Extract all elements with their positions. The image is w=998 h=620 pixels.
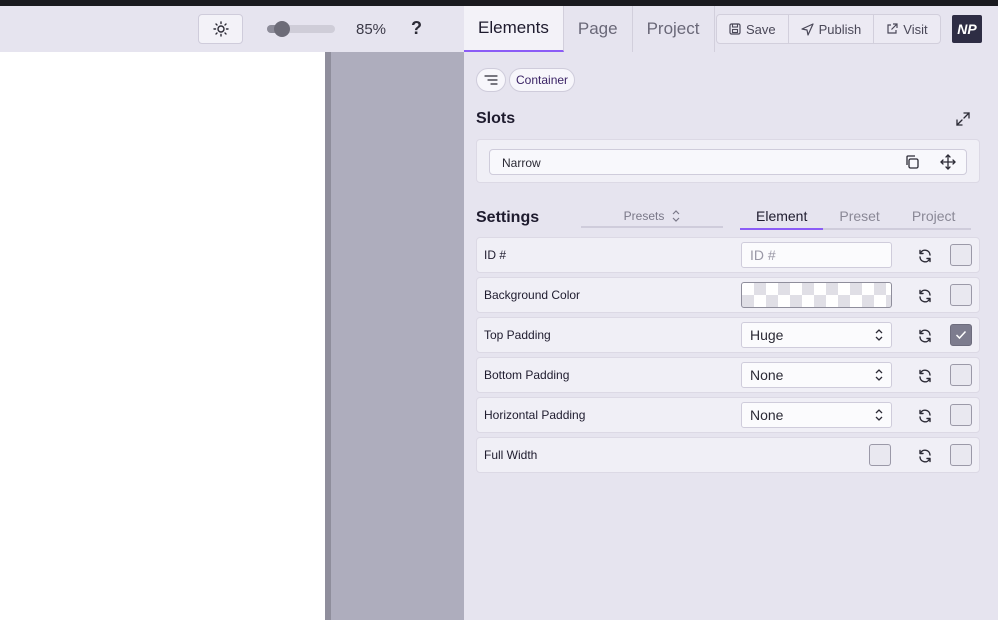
override-checkbox[interactable] bbox=[950, 444, 972, 466]
visit-label: Visit bbox=[903, 21, 928, 37]
chevron-updown-icon bbox=[875, 329, 883, 341]
panel-tabs: Elements Page Project bbox=[464, 6, 715, 52]
settings-tab-preset[interactable]: Preset bbox=[823, 204, 896, 230]
setting-label: Background Color bbox=[484, 288, 581, 302]
canvas-toolbar: 85% ? bbox=[0, 6, 464, 52]
slot-item[interactable]: Narrow bbox=[489, 149, 967, 175]
top-padding-select[interactable]: Huge bbox=[741, 322, 892, 348]
visit-button[interactable]: Visit bbox=[874, 15, 939, 43]
slots-panel: Narrow bbox=[476, 139, 980, 183]
zoom-level: 85% bbox=[356, 21, 387, 38]
slots-title: Slots bbox=[476, 110, 516, 127]
send-icon bbox=[801, 22, 814, 36]
setting-row-top-padding: Top Padding Huge bbox=[476, 317, 980, 353]
app-logo: NP bbox=[952, 15, 982, 43]
override-checkbox[interactable] bbox=[950, 404, 972, 426]
external-link-icon bbox=[887, 23, 898, 34]
inspector-panel: Elements Page Project Save Publish Visit bbox=[464, 6, 998, 620]
setting-row-bottom-padding: Bottom Padding None bbox=[476, 357, 980, 393]
setting-row-horizontal-padding: Horizontal Padding None bbox=[476, 397, 980, 433]
publish-button[interactable]: Publish bbox=[789, 15, 875, 43]
setting-row-id: ID # bbox=[476, 237, 980, 273]
setting-label: Full Width bbox=[484, 448, 538, 462]
select-value: Huge bbox=[750, 327, 784, 343]
canvas-page[interactable] bbox=[0, 52, 325, 620]
override-checkbox[interactable] bbox=[950, 364, 972, 386]
bottom-padding-select[interactable]: None bbox=[741, 362, 892, 388]
horizontal-padding-select[interactable]: None bbox=[741, 402, 892, 428]
element-tree-button[interactable] bbox=[476, 68, 506, 92]
canvas-backdrop bbox=[331, 52, 464, 620]
full-width-checkbox[interactable] bbox=[869, 444, 891, 466]
settings-title: Settings bbox=[476, 209, 540, 226]
zoom-slider-thumb[interactable] bbox=[273, 21, 290, 37]
zoom-slider[interactable] bbox=[267, 21, 335, 37]
help-button[interactable]: ? bbox=[411, 18, 422, 39]
tab-elements[interactable]: Elements bbox=[464, 6, 564, 52]
sun-icon bbox=[212, 21, 229, 37]
override-checkbox[interactable] bbox=[950, 284, 972, 306]
select-value: None bbox=[750, 407, 784, 423]
setting-row-full-width: Full Width bbox=[476, 437, 980, 473]
save-label: Save bbox=[746, 21, 776, 37]
chevron-updown-icon bbox=[672, 210, 680, 222]
reset-icon[interactable] bbox=[917, 328, 933, 344]
copy-icon[interactable] bbox=[904, 154, 920, 170]
move-icon[interactable] bbox=[939, 153, 957, 171]
tab-project[interactable]: Project bbox=[632, 6, 715, 52]
setting-label: Horizontal Padding bbox=[484, 408, 586, 422]
reset-icon[interactable] bbox=[917, 368, 933, 384]
setting-label: Bottom Padding bbox=[484, 368, 570, 382]
settings-tab-element[interactable]: Element bbox=[740, 204, 824, 230]
expand-icon[interactable] bbox=[956, 112, 970, 126]
slot-label: Narrow bbox=[502, 156, 541, 170]
select-value: None bbox=[750, 367, 784, 383]
id-input[interactable] bbox=[741, 242, 892, 268]
reset-icon[interactable] bbox=[917, 448, 933, 464]
breadcrumb: Container bbox=[476, 68, 576, 92]
chevron-updown-icon bbox=[875, 409, 883, 421]
setting-row-background-color: Background Color bbox=[476, 277, 980, 313]
breadcrumb-current[interactable]: Container bbox=[509, 68, 576, 92]
background-color-swatch[interactable] bbox=[741, 282, 892, 308]
publish-label: Publish bbox=[818, 21, 862, 37]
action-group: Save Publish Visit bbox=[716, 14, 941, 44]
settings-tabs: Element Preset Project bbox=[740, 204, 972, 230]
save-button[interactable]: Save bbox=[717, 15, 789, 43]
settings-tab-project[interactable]: Project bbox=[895, 204, 972, 230]
presets-select[interactable]: Presets bbox=[581, 206, 723, 228]
check-icon bbox=[955, 330, 967, 340]
tree-list-icon bbox=[484, 75, 498, 85]
reset-icon[interactable] bbox=[917, 248, 933, 264]
override-checkbox-checked[interactable] bbox=[950, 324, 972, 346]
chevron-updown-icon bbox=[875, 369, 883, 381]
presets-label: Presets bbox=[623, 209, 665, 223]
setting-label: ID # bbox=[484, 248, 507, 262]
save-icon bbox=[729, 23, 741, 35]
theme-toggle-button[interactable] bbox=[198, 14, 243, 44]
tab-page[interactable]: Page bbox=[563, 6, 633, 52]
setting-label: Top Padding bbox=[484, 328, 551, 342]
override-checkbox[interactable] bbox=[950, 244, 972, 266]
reset-icon[interactable] bbox=[917, 288, 933, 304]
reset-icon[interactable] bbox=[917, 408, 933, 424]
